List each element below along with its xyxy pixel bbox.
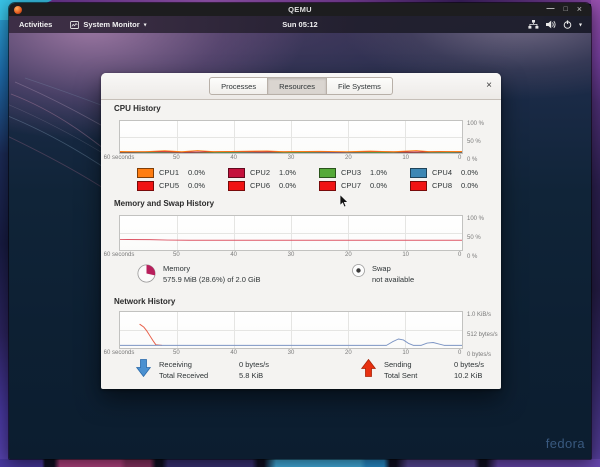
network-history-chart: 1.0 KiB/s 512 bytes/s 0 bytes/s 60 secon… <box>119 311 463 358</box>
cpu-legend-item: CPU50.0% <box>137 180 228 191</box>
cpu-legend-item: CPU40.0% <box>410 167 501 178</box>
cpu-legend-item: CPU31.0% <box>319 167 410 178</box>
upload-arrow-icon <box>361 359 376 378</box>
maximize-button[interactable]: □ <box>564 6 568 13</box>
total-received-value: 5.8 KiB <box>239 370 269 381</box>
close-button[interactable]: × <box>577 5 582 14</box>
memory-y-axis: 100 % 50 % 0 % <box>467 215 513 260</box>
memory-value: 575.9 MiB (28.6%) of 2.0 GiB <box>163 274 261 285</box>
view-tabs: Processes Resources File Systems <box>209 77 393 95</box>
cpu-history-chart: 100 % 50 % 0 % 60 seconds 50 40 30 20 10… <box>119 120 463 163</box>
chevron-down-icon: ▾ <box>144 22 147 29</box>
system-monitor-icon <box>70 21 79 29</box>
cpu-legend-item: CPU21.0% <box>228 167 319 178</box>
cpu3-swatch <box>319 168 336 178</box>
total-received-label: Total Received <box>159 370 221 381</box>
cpu6-swatch <box>228 181 245 191</box>
qemu-titlebar[interactable]: QEMU — □ × <box>9 3 591 16</box>
cpu7-swatch <box>319 181 336 191</box>
network-icon <box>528 20 539 29</box>
cpu2-swatch <box>228 168 245 178</box>
cpu-legend-item: CPU80.0% <box>410 180 501 191</box>
network-history-title: Network History <box>114 297 175 306</box>
memory-legend-item: Memory 575.9 MiB (28.6%) of 2.0 GiB <box>136 263 261 285</box>
cpu-legend: CPU10.0% CPU21.0% CPU31.0% CPU40.0% CPU5… <box>137 167 501 191</box>
cpu8-swatch <box>410 181 427 191</box>
memory-line <box>120 239 462 240</box>
window-close-icon[interactable]: × <box>486 81 492 91</box>
network-y-axis: 1.0 KiB/s 512 bytes/s 0 bytes/s <box>467 311 513 358</box>
cpu-legend-item: CPU60.0% <box>228 180 319 191</box>
receiving-label: Receiving <box>159 359 221 370</box>
minimize-button[interactable]: — <box>547 5 555 13</box>
activities-button[interactable]: Activities <box>9 16 62 33</box>
tab-file-systems[interactable]: File Systems <box>326 77 393 95</box>
chevron-down-icon: ▾ <box>579 22 582 29</box>
cpu-y-axis: 100 % 50 % 0 % <box>467 120 513 163</box>
mouse-cursor <box>339 194 349 209</box>
qemu-window: QEMU — □ × Activities <box>8 2 592 460</box>
swap-legend-item: Swap not available <box>351 263 414 285</box>
sending-line <box>140 324 162 345</box>
memory-history-title: Memory and Swap History <box>114 199 214 208</box>
total-sent-value: 10.2 KiB <box>454 370 484 381</box>
network-x-axis: 60 seconds 50 40 30 20 10 0 <box>119 349 463 358</box>
memory-history-chart: 100 % 50 % 0 % 60 seconds 50 40 30 20 10… <box>119 215 463 260</box>
sending-value: 0 bytes/s <box>454 359 484 370</box>
tab-resources[interactable]: Resources <box>267 77 327 95</box>
swap-pie-icon <box>351 263 366 278</box>
volume-icon <box>546 20 556 29</box>
sending-legend-item: Sending Total Sent 0 bytes/s 10.2 KiB <box>361 359 484 381</box>
fedora-watermark: fedora <box>546 436 585 451</box>
host-wallpaper-bottom <box>0 459 600 467</box>
memory-legend: Memory 575.9 MiB (28.6%) of 2.0 GiB Swap <box>136 263 501 289</box>
cpu-history-title: CPU History <box>114 104 161 113</box>
cpu4-swatch <box>410 168 427 178</box>
swap-label: Swap <box>372 263 414 274</box>
receiving-legend-item: Receiving Total Received 0 bytes/s 5.8 K… <box>136 359 269 381</box>
tab-processes[interactable]: Processes <box>209 77 268 95</box>
app-menu-label: System Monitor <box>83 20 139 29</box>
cpu1-swatch <box>137 168 154 178</box>
receiving-value: 0 bytes/s <box>239 359 269 370</box>
system-tray[interactable]: ▾ <box>528 16 591 33</box>
host-wallpaper-right <box>591 0 600 467</box>
qemu-window-title: QEMU <box>9 5 591 14</box>
cpu-legend-item: CPU10.0% <box>137 167 228 178</box>
total-sent-label: Total Sent <box>384 370 432 381</box>
gnome-top-bar: Activities System Monitor ▾ Sun 05:12 <box>9 16 591 33</box>
guest-screen: Activities System Monitor ▾ Sun 05:12 <box>9 16 591 459</box>
cpu5-swatch <box>137 181 154 191</box>
cpu-x-axis: 60 seconds 50 40 30 20 10 0 <box>119 154 463 163</box>
header-bar[interactable]: Processes Resources File Systems × <box>101 73 501 100</box>
memory-x-axis: 60 seconds 50 40 30 20 10 0 <box>119 251 463 260</box>
app-menu[interactable]: System Monitor ▾ <box>62 16 154 33</box>
memory-pie-icon <box>136 263 157 284</box>
sending-label: Sending <box>384 359 432 370</box>
cpu-legend-item: CPU70.0% <box>319 180 410 191</box>
desktop: QEMU — □ × Activities <box>0 0 600 467</box>
receiving-line <box>120 339 462 345</box>
system-monitor-window: Processes Resources File Systems × CPU H… <box>101 73 501 389</box>
power-icon <box>563 20 572 29</box>
resources-view: CPU History <box>101 99 501 389</box>
network-legend: Receiving Total Received 0 bytes/s 5.8 K… <box>136 359 501 385</box>
swap-value: not available <box>372 274 414 285</box>
memory-label: Memory <box>163 263 261 274</box>
download-arrow-icon <box>136 359 151 378</box>
